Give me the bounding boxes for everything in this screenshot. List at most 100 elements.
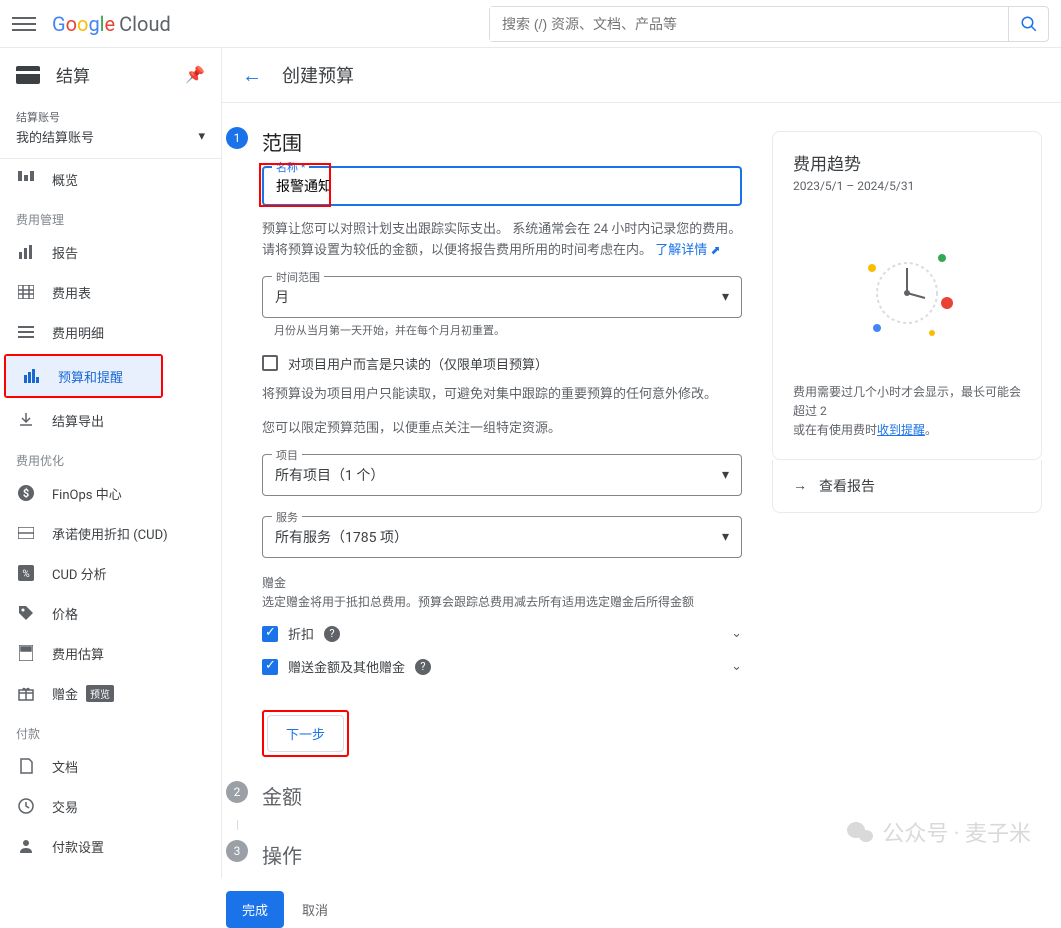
readonly-checkbox-row: 对项目用户而言是只读的（仅限单项目预算） [262, 354, 742, 373]
view-report-link[interactable]: → 查看报告 [772, 460, 1042, 513]
done-button[interactable]: 完成 [226, 891, 284, 928]
step-2-number: 2 [226, 781, 248, 803]
dollar-icon: $ [16, 483, 36, 503]
readonly-checkbox[interactable] [262, 355, 278, 371]
sidebar-item-overview[interactable]: 概览 [0, 159, 221, 199]
chevron-down-icon: ▾ [722, 529, 729, 545]
sidebar-item-payment-settings[interactable]: 付款设置 [0, 826, 221, 866]
sidebar-title: 结算 [56, 62, 169, 87]
nav-label: 价格 [52, 604, 78, 623]
search-input[interactable] [490, 7, 1008, 41]
promo-label: 赠送金额及其他赠金 [288, 657, 405, 676]
promo-checkbox[interactable] [262, 659, 278, 675]
credits-section-label: 赠金 [262, 574, 742, 591]
nav-label: 文档 [52, 757, 78, 776]
time-range-helper: 月份从当月第一天开始，并在每个月月初重置。 [274, 322, 742, 338]
section-cost-opt: 费用优化 [0, 440, 221, 473]
sidebar-item-transactions[interactable]: 交易 [0, 786, 221, 826]
account-label: 结算账号 [16, 109, 205, 125]
account-selector[interactable]: 结算账号 我的结算账号 ▾ [0, 101, 221, 159]
credits-section-desc: 选定赠金将用于抵扣总费用。预算会跟踪总费用减去所有适用选定赠金后所得金额 [262, 593, 742, 610]
help-icon[interactable]: ? [415, 659, 431, 675]
step-1-title: 范围 [262, 127, 302, 156]
top-header: GoogleCloud [0, 0, 1061, 48]
alert-link[interactable]: 收到提醒 [877, 423, 925, 437]
sidebar-item-cost-table[interactable]: 费用表 [0, 272, 221, 312]
service-select[interactable]: 服务 所有服务（1785 项） ▾ [262, 516, 742, 558]
promo-row: 赠送金额及其他赠金 ? ⌄ [262, 657, 742, 676]
view-report-label: 查看报告 [819, 476, 875, 496]
project-value: 所有项目（1 个） [275, 465, 384, 485]
section-cost-mgmt: 费用管理 [0, 199, 221, 232]
discount-checkbox[interactable] [262, 626, 278, 642]
sidebar-item-reports[interactable]: 报告 [0, 232, 221, 272]
nav-label: 付款设置 [52, 837, 104, 856]
chevron-down-icon[interactable]: ⌄ [731, 626, 742, 641]
tag-icon [16, 603, 36, 623]
logo[interactable]: GoogleCloud [52, 12, 171, 36]
project-select[interactable]: 项目 所有项目（1 个） ▾ [262, 454, 742, 496]
trend-note: 费用需要过几个小时才会显示，最长可能会超过 2 或在有使用费时收到提醒。 [793, 383, 1021, 441]
sidebar-item-finops[interactable]: $ FinOps 中心 [0, 473, 221, 513]
menu-icon[interactable] [12, 12, 36, 36]
next-button-highlight: 下一步 [262, 710, 349, 757]
nav-label: FinOps 中心 [52, 484, 122, 503]
budget-icon [22, 366, 42, 386]
trend-date-range: 2023/5/1 – 2024/5/31 [793, 179, 1021, 193]
discount-row: 折扣 ? ⌄ [262, 624, 742, 643]
dashboard-icon [16, 169, 36, 189]
bottom-actions: 完成 取消 [226, 891, 742, 928]
search-button[interactable] [1008, 7, 1048, 41]
sidebar-item-cost-breakdown[interactable]: 费用明细 [0, 312, 221, 352]
name-label: 名称 * [272, 159, 309, 175]
step-1-header: 1 范围 [222, 127, 742, 156]
discount-label: 折扣 [288, 624, 314, 643]
chevron-down-icon[interactable]: ⌄ [731, 659, 742, 674]
sidebar-item-budgets[interactable]: 预算和提醒 [6, 356, 161, 396]
learn-more-link[interactable]: 了解详情 [655, 243, 707, 258]
nav-label: 报告 [52, 243, 78, 262]
sidebar-item-export[interactable]: 结算导出 [0, 400, 221, 440]
sidebar-item-docs[interactable]: 文档 [0, 746, 221, 786]
sidebar-header: 结算 📌 [0, 48, 221, 101]
nav-label: 赠金 [52, 684, 78, 703]
step-connector [237, 820, 742, 830]
svg-text:%: % [22, 569, 29, 580]
nav-label: 承诺使用折扣 (CUD) [52, 524, 168, 543]
time-range-select[interactable]: 时间范围 月 ▾ [262, 276, 742, 318]
account-value: 我的结算账号 [16, 127, 94, 146]
name-field-wrap: 名称 * [262, 166, 742, 206]
readonly-desc: 将预算设为项目用户只能读取，可避免对集中跟踪的重要预算的任何意外修改。 [262, 385, 742, 406]
watermark: 公众号 · 麦子米 [846, 816, 1031, 848]
calculator-icon [16, 643, 36, 663]
name-input[interactable] [262, 166, 742, 206]
chevron-down-icon: ▾ [198, 129, 205, 144]
trend-panel: 费用趋势 2023/5/1 – 2024/5/31 [742, 131, 1042, 928]
time-range-label: 时间范围 [272, 269, 324, 285]
nav-label: 费用明细 [52, 323, 104, 342]
clock-icon [16, 796, 36, 816]
cancel-button[interactable]: 取消 [302, 900, 328, 919]
next-button[interactable]: 下一步 [267, 715, 344, 752]
person-icon [16, 836, 36, 856]
trend-title: 费用趋势 [793, 150, 1021, 175]
sidebar-item-credits[interactable]: 赠金 预览 [0, 673, 221, 713]
pin-icon[interactable]: 📌 [185, 65, 205, 84]
help-icon[interactable]: ? [324, 626, 340, 642]
step-3-title: 操作 [262, 840, 302, 869]
step-3-header[interactable]: 3 操作 [222, 840, 742, 869]
percent-icon: % [16, 563, 36, 583]
sidebar-item-payment-method[interactable]: 付款方式 [0, 866, 221, 878]
step-2-header[interactable]: 2 金额 [222, 781, 742, 810]
chevron-down-icon: ▾ [722, 467, 729, 483]
billing-icon [16, 66, 40, 84]
back-arrow-icon[interactable]: ← [242, 63, 262, 88]
external-link-icon: ⬈ [711, 243, 721, 257]
sidebar: 结算 📌 结算账号 我的结算账号 ▾ 概览 费用管理 报告 费用表 费用明细 [0, 48, 222, 878]
sidebar-item-cud[interactable]: 承诺使用折扣 (CUD) [0, 513, 221, 553]
sidebar-item-pricing[interactable]: 价格 [0, 593, 221, 633]
wechat-icon [846, 820, 874, 844]
sidebar-item-cost-est[interactable]: 费用估算 [0, 633, 221, 673]
sidebar-item-cud-analysis[interactable]: % CUD 分析 [0, 553, 221, 593]
section-payment: 付款 [0, 713, 221, 746]
